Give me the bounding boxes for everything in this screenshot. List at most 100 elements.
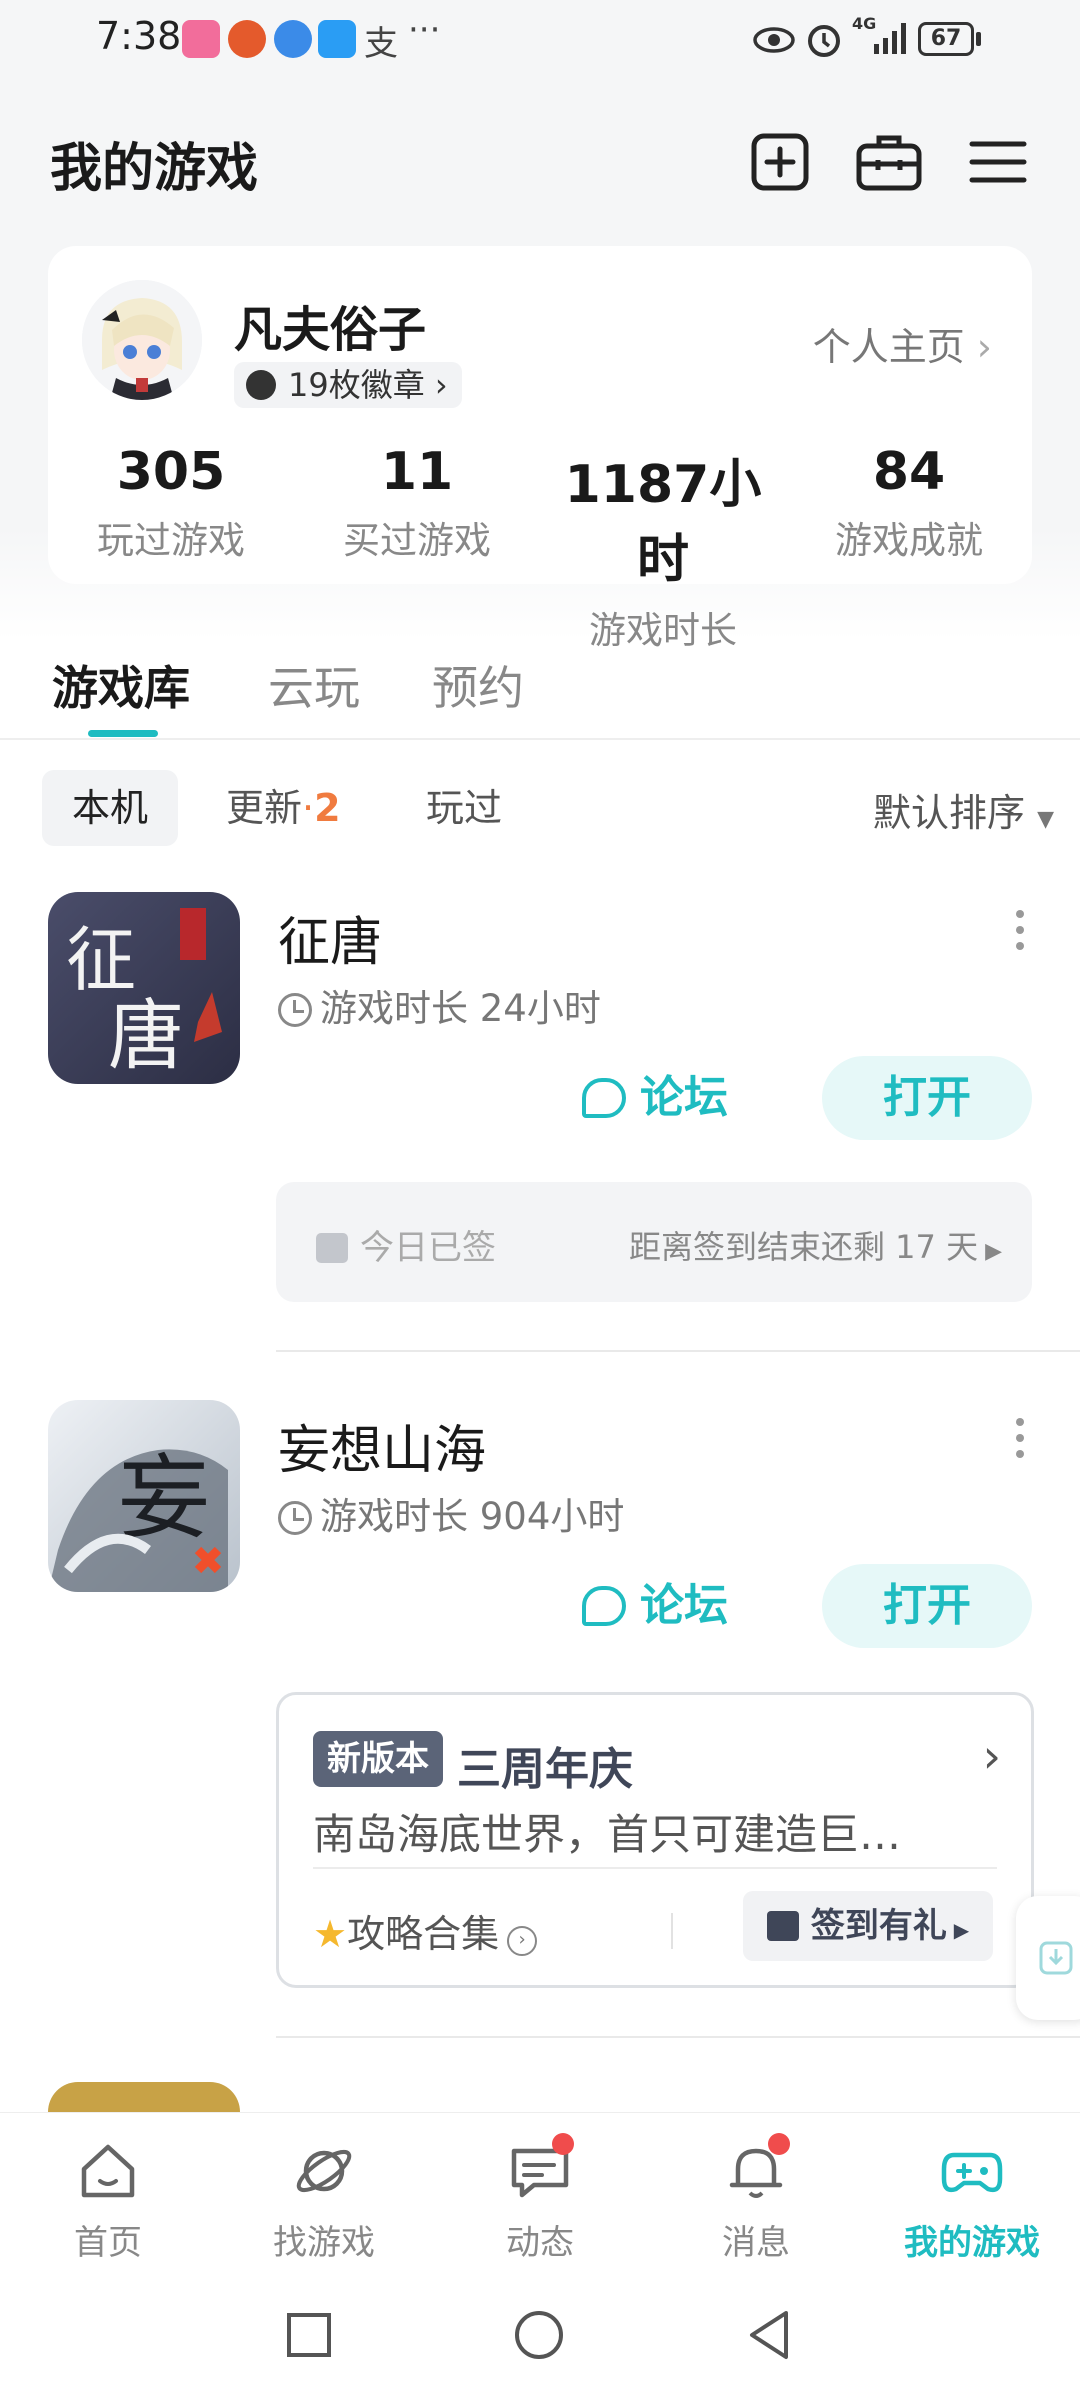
- caret-right-icon: ▶: [946, 1918, 970, 1942]
- nav-label: 动态: [506, 2223, 574, 2263]
- status-time: 7:38: [96, 14, 182, 58]
- tab-cloud-play[interactable]: 云玩: [268, 652, 360, 718]
- menu-button[interactable]: [966, 130, 1030, 194]
- badges-link[interactable]: 19枚徽章 ›: [234, 362, 462, 408]
- stat-label: 买过游戏: [343, 519, 491, 562]
- signin-status-text: 今日已签: [360, 1228, 496, 1268]
- stat-value: 1187小时: [564, 455, 762, 590]
- stat-value: 84: [872, 442, 946, 502]
- more-options-button[interactable]: [1016, 910, 1026, 950]
- recents-button[interactable]: [284, 2310, 334, 2360]
- caret-down-icon: ▼: [1037, 807, 1054, 832]
- signin-status: 今日已签: [316, 1220, 496, 1269]
- eye-icon: [753, 27, 795, 53]
- signal-icon: [874, 23, 906, 54]
- nav-home[interactable]: 首页: [0, 2113, 216, 2271]
- filter-updates[interactable]: 更新·2: [196, 770, 371, 846]
- stat-value: 305: [116, 442, 226, 502]
- back-button[interactable]: [744, 2308, 794, 2362]
- add-game-button[interactable]: [748, 130, 812, 194]
- game-icon-zhengtang[interactable]: 征 唐: [48, 892, 240, 1084]
- browser-icon: [274, 20, 312, 58]
- tab-reservations[interactable]: 预约: [432, 652, 524, 718]
- divider: [313, 1867, 997, 1869]
- sort-label: 默认排序: [872, 791, 1025, 835]
- tab-game-library[interactable]: 游戏库: [52, 652, 190, 718]
- nav-find-games[interactable]: 找游戏: [216, 2113, 432, 2271]
- nav-label: 消息: [722, 2223, 790, 2263]
- nav-my-games[interactable]: 我的游戏: [864, 2113, 1080, 2271]
- forum-label: 论坛: [640, 1072, 728, 1123]
- notification-dot: [768, 2133, 790, 2155]
- floating-download-button[interactable]: [1016, 1896, 1080, 2020]
- weather-icon: [318, 20, 356, 58]
- system-navigation-bar: [0, 2270, 1080, 2400]
- signin-gift-button[interactable]: 签到有礼 ▶: [743, 1891, 993, 1961]
- game-playtime-text: 游戏时长 904小时: [320, 1495, 625, 1538]
- open-game-button[interactable]: 打开: [822, 1056, 1032, 1140]
- stat-bought-games[interactable]: 11 买过游戏: [294, 442, 540, 564]
- home-icon: [81, 2144, 135, 2198]
- forum-button[interactable]: 论坛: [582, 1056, 762, 1140]
- bilibili-icon: [182, 20, 220, 58]
- page-title: 我的游戏: [50, 139, 259, 199]
- signin-remaining: 距离签到结束还剩 17 天 ▶: [629, 1222, 1002, 1268]
- stat-label: 玩过游戏: [97, 519, 245, 562]
- nav-activity[interactable]: 动态: [432, 2113, 648, 2271]
- news-description: 南岛海底世界，首只可建造巨…: [313, 1810, 902, 1859]
- toolbox-button[interactable]: [854, 130, 924, 194]
- signin-banner[interactable]: 今日已签 距离签到结束还剩 17 天 ▶: [276, 1182, 1032, 1302]
- forum-button[interactable]: 论坛: [582, 1564, 762, 1648]
- home-button[interactable]: [512, 2308, 566, 2362]
- new-version-tag: 新版本: [313, 1731, 443, 1787]
- clock-icon: [278, 993, 312, 1027]
- divider: [671, 1913, 673, 1949]
- calendar-check-icon: [316, 1233, 348, 1263]
- nav-label: 找游戏: [273, 2223, 375, 2263]
- game-name[interactable]: 征唐: [278, 900, 382, 975]
- stat-play-time[interactable]: 1187小时 游戏时长: [540, 442, 786, 654]
- gift-label: 签到有礼: [810, 1906, 947, 1946]
- svg-text:征: 征: [66, 919, 136, 1001]
- game-playtime: 游戏时长 904小时: [278, 1486, 624, 1540]
- game-icon-wangxiangshanhai[interactable]: 妄: [48, 1400, 240, 1592]
- medal-icon: [246, 370, 276, 400]
- filter-local[interactable]: 本机: [42, 770, 179, 846]
- more-options-button[interactable]: [1016, 1418, 1026, 1458]
- divider: [276, 2036, 1080, 2038]
- update-count-badge: 2: [314, 786, 341, 830]
- forum-icon: [582, 1586, 626, 1626]
- stat-value: 11: [380, 442, 454, 502]
- signin-remaining-text: 距离签到结束还剩 17 天: [629, 1228, 979, 1266]
- nav-messages[interactable]: 消息: [648, 2113, 864, 2271]
- chevron-right-icon: ›: [982, 1729, 1001, 1783]
- game-name[interactable]: 妄想山海: [278, 1408, 486, 1483]
- chevron-right-icon: ›: [434, 366, 448, 404]
- stat-label: 游戏成就: [835, 519, 983, 562]
- filter-played[interactable]: 玩过: [396, 770, 532, 846]
- guide-collection-link[interactable]: ★攻略合集 ›: [313, 1903, 538, 1958]
- app-notification-icon: [228, 20, 266, 58]
- alipay-icon: 支: [364, 24, 398, 64]
- bottom-navigation: 首页 找游戏 动态 消息 我的游戏: [0, 2112, 1080, 2271]
- status-bar: 7:38 支 ··· 4G 67: [0, 0, 1080, 80]
- nav-label: 我的游戏: [904, 2223, 1040, 2263]
- planet-icon: [296, 2149, 352, 2193]
- more-notifications-icon: ···: [408, 10, 441, 50]
- game-playtime-text: 游戏时长 24小时: [320, 987, 601, 1030]
- profile-homepage-link[interactable]: 个人主页 ›: [813, 316, 992, 371]
- tab-indicator: [88, 730, 158, 737]
- avatar[interactable]: [82, 280, 202, 400]
- news-card[interactable]: 新版本 三周年庆 › 南岛海底世界，首只可建造巨… ★攻略合集 › 签到有礼 ▶: [276, 1692, 1034, 1988]
- sort-dropdown[interactable]: 默认排序 ▼: [873, 782, 1054, 837]
- divider: [0, 738, 1080, 740]
- forum-label: 论坛: [640, 1580, 728, 1631]
- stat-label: 游戏时长: [589, 609, 737, 652]
- stat-played-games[interactable]: 305 玩过游戏: [48, 442, 294, 564]
- open-game-button[interactable]: 打开: [822, 1564, 1032, 1648]
- profile-card[interactable]: 凡夫俗子 19枚徽章 › 个人主页 › 305 玩过游戏 11 买过游戏 118…: [48, 246, 1032, 652]
- battery-level: 67: [930, 26, 962, 51]
- svg-text:唐: 唐: [108, 991, 184, 1080]
- gift-icon: [766, 1911, 799, 1941]
- stat-achievements[interactable]: 84 游戏成就: [786, 442, 1032, 564]
